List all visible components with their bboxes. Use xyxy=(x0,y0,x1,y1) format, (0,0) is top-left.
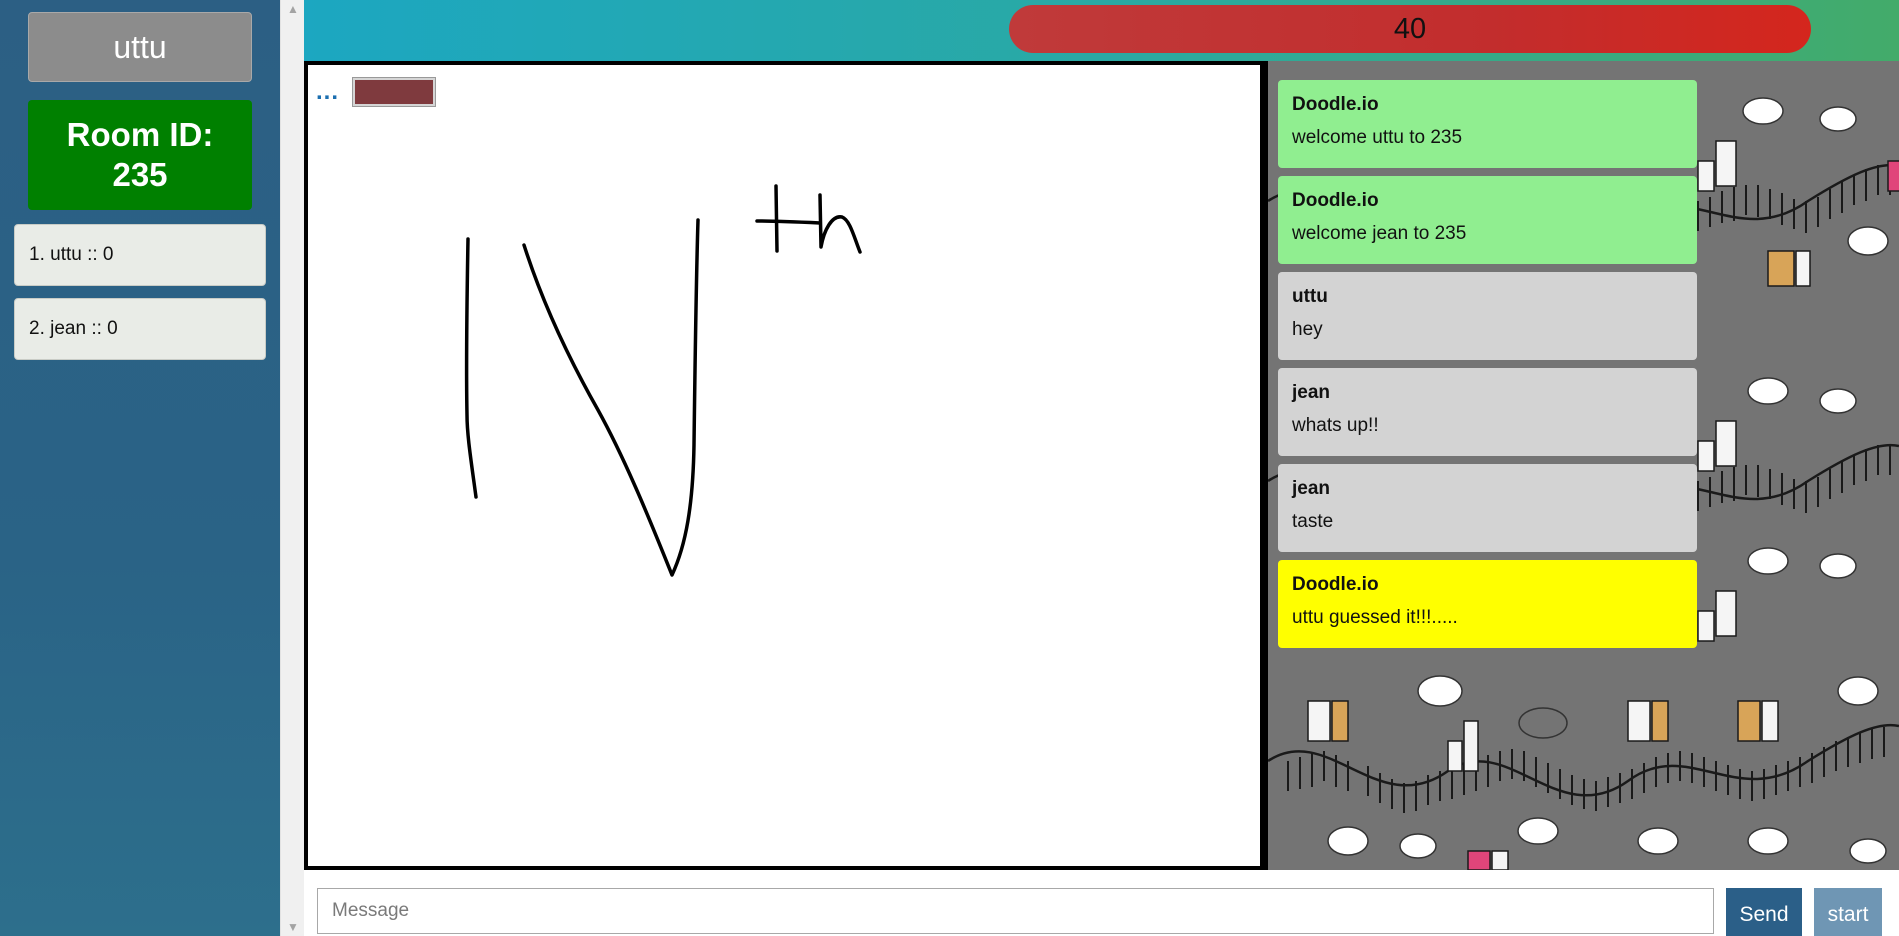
scrollbar[interactable]: ▲ ▼ xyxy=(280,0,305,936)
chat-message: uttu hey xyxy=(1278,272,1697,360)
chat-panel: Doodle.io welcome uttu to 235 Doodle.io … xyxy=(1268,61,1899,870)
drawing-stroke xyxy=(522,218,700,577)
chat-message-text: whats up!! xyxy=(1292,415,1379,436)
chat-message-sender: Doodle.io xyxy=(1292,574,1379,595)
message-input[interactable] xyxy=(317,888,1714,934)
player-list-item: 1. uttu :: 0 xyxy=(14,224,266,286)
drawing-stroke xyxy=(464,237,478,499)
chat-message-text: uttu guessed it!!!..... xyxy=(1292,607,1458,628)
username-button[interactable]: uttu xyxy=(28,12,252,82)
chat-message-text: taste xyxy=(1292,511,1334,532)
start-button[interactable]: start xyxy=(1814,888,1882,936)
chat-message-sender: jean xyxy=(1292,382,1331,403)
sidebar: uttu Room ID: 235 1. uttu :: 0 2. jean :… xyxy=(0,0,280,936)
chat-message-sender: Doodle.io xyxy=(1292,94,1379,115)
more-options-icon[interactable]: ... xyxy=(316,80,339,104)
chat-message-sender: uttu xyxy=(1292,286,1328,307)
drawing-canvas[interactable]: ... xyxy=(304,61,1268,870)
chat-message: jean taste xyxy=(1278,464,1697,552)
scroll-down-arrow-icon[interactable]: ▼ xyxy=(287,920,299,934)
send-button[interactable]: Send xyxy=(1726,888,1802,936)
scroll-up-arrow-icon[interactable]: ▲ xyxy=(287,2,299,16)
chat-message-text: welcome uttu to 235 xyxy=(1292,127,1463,148)
countdown-timer: 40 xyxy=(1009,5,1811,53)
room-id-label: Room ID: xyxy=(66,116,214,153)
chat-message: Doodle.io welcome uttu to 235 xyxy=(1278,80,1697,168)
chat-message-sender: Doodle.io xyxy=(1292,190,1379,211)
message-bar: Send start xyxy=(304,870,1899,936)
chat-message-sender: jean xyxy=(1292,478,1331,499)
player-label: 2. jean :: 0 xyxy=(29,318,118,339)
drawing-stroke xyxy=(818,193,862,254)
canvas-drawing xyxy=(464,184,862,577)
drawing-stroke xyxy=(755,219,822,225)
brush-color-swatch[interactable] xyxy=(352,77,436,107)
chat-message-text: welcome jean to 235 xyxy=(1292,223,1467,244)
chat-message: Doodle.io welcome jean to 235 xyxy=(1278,176,1697,264)
timer-value: 40 xyxy=(1393,12,1427,45)
chat-message-text: hey xyxy=(1292,319,1323,340)
player-label: 1. uttu :: 0 xyxy=(29,244,114,265)
username-label: uttu xyxy=(113,28,167,65)
player-list-item: 2. jean :: 0 xyxy=(14,298,266,360)
chat-message: Doodle.io uttu guessed it!!!..... xyxy=(1278,560,1697,648)
room-id-value: 235 xyxy=(112,156,168,193)
chat-message: jean whats up!! xyxy=(1278,368,1697,456)
room-id-box: Room ID: 235 xyxy=(28,100,252,210)
top-bar: 40 xyxy=(304,0,1899,61)
drawing-stroke xyxy=(774,184,779,253)
